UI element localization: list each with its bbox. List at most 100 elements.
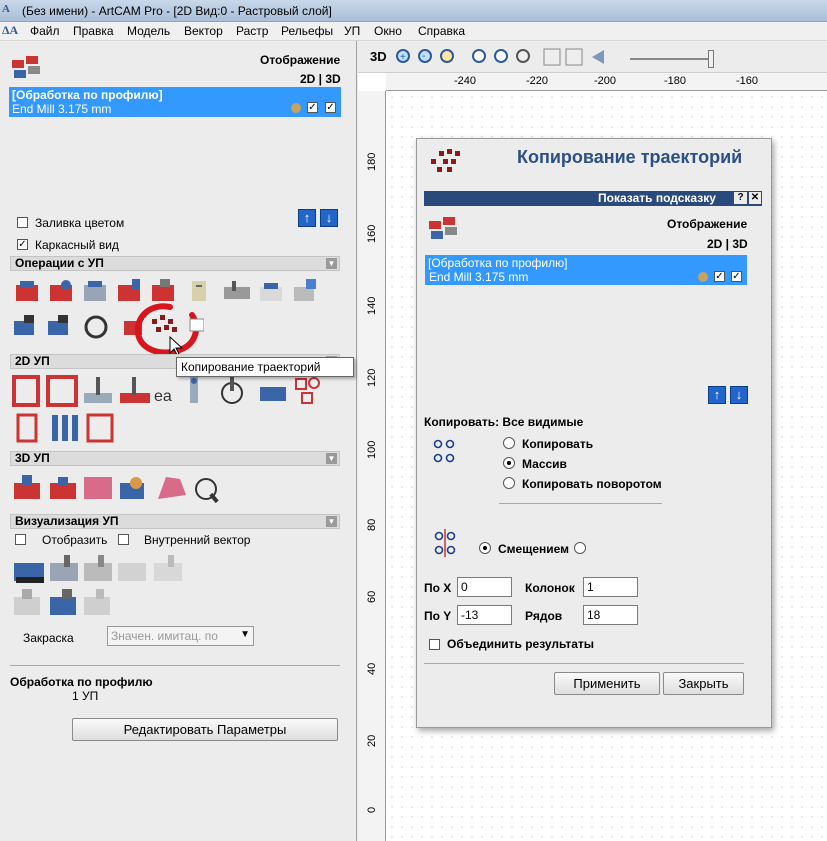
radio-array[interactable] xyxy=(503,457,515,469)
rows-label: Рядов xyxy=(525,609,563,623)
radio-copy[interactable] xyxy=(503,437,515,449)
menu-vector[interactable]: Вектор xyxy=(184,24,223,38)
close-button[interactable]: Закрыть xyxy=(663,672,744,695)
collapse-arrow-icon[interactable]: ▼ xyxy=(326,453,337,464)
help-icon[interactable]: ? xyxy=(734,192,747,204)
ruler-y-label: 180 xyxy=(366,152,378,171)
menu-window[interactable]: Окно xyxy=(374,24,402,38)
toolpath-visible-2d-checkbox[interactable]: ✓ xyxy=(714,271,725,282)
svg-text:ea: ea xyxy=(154,388,172,405)
pan-icon xyxy=(516,49,530,63)
2d-toolpaths-toolbar: ea xyxy=(12,375,320,443)
ruler-x-label: -240 xyxy=(454,75,477,87)
wireframe-checkbox[interactable]: ✓ xyxy=(17,239,28,250)
dialog-move-up-button[interactable]: ↑ xyxy=(708,386,726,404)
x-offset-label: По X xyxy=(424,581,452,595)
ruler-y-label: 0 xyxy=(366,806,378,813)
ruler-y-label: 80 xyxy=(366,518,378,531)
slider-track xyxy=(630,58,710,60)
zoom-window-icon xyxy=(472,49,486,63)
summary-title: Обработка по профилю xyxy=(10,675,153,689)
inner-vector-checkbox[interactable] xyxy=(118,534,129,545)
title-bar: A (Без имени) - ArtCAM Pro - [2D Вид:0 -… xyxy=(0,0,827,22)
toolpath-color-dot[interactable] xyxy=(698,272,708,282)
rows-input[interactable] xyxy=(583,605,638,625)
collapse-arrow-icon[interactable]: ▼ xyxy=(326,258,337,269)
wireframe-label: Каркасный вид xyxy=(35,238,119,252)
toolpath-tool: End Mill 3.175 mm xyxy=(429,270,529,284)
apply-button[interactable]: Применить xyxy=(554,672,660,695)
window-title: (Без имени) - ArtCAM Pro - [2D Вид:0 - Р… xyxy=(22,4,332,18)
close-icon[interactable]: ✕ xyxy=(749,192,761,204)
toolpath-list-item[interactable]: [Обработка по профилю] End Mill 3.175 mm… xyxy=(9,87,341,117)
x-offset-input[interactable] xyxy=(457,577,512,597)
collapse-arrow-icon[interactable]: ▼ xyxy=(326,516,337,527)
view-3d-button[interactable]: 3D xyxy=(370,49,387,64)
merge-results-checkbox[interactable] xyxy=(429,639,440,650)
shading-select[interactable]: Значен. имитац. по ▼ xyxy=(107,626,254,646)
y-offset-label: По Y xyxy=(424,609,452,623)
layer-icon xyxy=(543,48,561,66)
ruler-y-label: 40 xyxy=(366,662,378,675)
hint-label[interactable]: Показать подсказку xyxy=(598,191,716,205)
section-toolpath-ops[interactable]: Операции с УП ▼ xyxy=(10,256,340,271)
radio-array-label: Массив xyxy=(522,457,567,471)
toolpath-list-icon xyxy=(429,217,457,239)
viz-toolbar xyxy=(14,555,182,615)
ruler-y-label: 140 xyxy=(366,296,378,315)
dialog-move-down-button[interactable]: ↓ xyxy=(730,386,748,404)
ruler-x-label: -180 xyxy=(664,75,687,87)
menu-file[interactable]: Файл xyxy=(30,24,60,38)
section-3d-toolpaths[interactable]: 3D УП ▼ xyxy=(10,451,340,466)
edit-parameters-button[interactable]: Редактировать Параметры xyxy=(72,718,338,741)
radio-copy-rotate[interactable] xyxy=(503,477,515,489)
dialog-view-mode-toggle[interactable]: 2D | 3D xyxy=(707,237,748,251)
ruler-y-label: 160 xyxy=(366,224,378,243)
show-checkbox[interactable] xyxy=(15,534,26,545)
toolpath-visible-3d-checkbox[interactable]: ✓ xyxy=(325,102,336,113)
section-title: Операции с УП xyxy=(15,256,104,270)
ruler-x-label: -220 xyxy=(526,75,549,87)
move-up-button[interactable]: ↑ xyxy=(298,209,316,227)
ruler-x-label: -160 xyxy=(736,75,759,87)
ruler-y-label: 60 xyxy=(366,590,378,603)
columns-input[interactable] xyxy=(583,577,638,597)
ops-row2-icons: + xyxy=(14,310,147,339)
toolpath-visible-2d-checkbox[interactable]: ✓ xyxy=(307,102,318,113)
dialog-toolpath-item[interactable]: [Обработка по профилю] End Mill 3.175 mm… xyxy=(425,255,747,285)
slider-handle[interactable] xyxy=(708,50,714,68)
zoom-tools: + - xyxy=(396,48,604,66)
ruler-vertical: 180 160 140 120 100 80 60 40 20 0 xyxy=(358,91,386,841)
section-toolpath-viz[interactable]: Визуализация УП ▼ xyxy=(10,514,340,529)
view-mode-toggle[interactable]: 2D | 3D xyxy=(300,72,341,86)
menu-model[interactable]: Модель xyxy=(127,24,170,38)
tooltip: Копирование траекторий xyxy=(176,357,354,377)
toolpath-visible-3d-checkbox[interactable]: ✓ xyxy=(731,271,742,282)
toolpaths-panel: Отображение 2D | 3D [Обработка по профил… xyxy=(0,41,357,841)
menu-bar: ΔA Файл Правка Модель Вектор Растр Релье… xyxy=(0,22,827,41)
menu-edit[interactable]: Правка xyxy=(73,24,114,38)
zoom-previous-icon xyxy=(494,49,508,63)
layer-swap-icon xyxy=(565,48,583,66)
radio-alternate[interactable] xyxy=(574,542,586,554)
menu-help[interactable]: Справка xyxy=(418,24,465,38)
section-title: Визуализация УП xyxy=(15,514,119,528)
fill-color-checkbox[interactable] xyxy=(17,217,28,228)
hint-bar: Показать подсказку ? ✕ xyxy=(424,191,762,206)
inner-vector-label: Внутренний вектор xyxy=(144,533,251,547)
menu-reliefs[interactable]: Рельефы xyxy=(281,24,333,38)
radio-offset[interactable] xyxy=(479,542,491,554)
y-offset-input[interactable] xyxy=(457,605,512,625)
shading-label: Закраска xyxy=(23,631,74,645)
menu-raster[interactable]: Растр xyxy=(236,24,268,38)
toolpath-list-icon xyxy=(12,56,40,78)
ruler-x-label: -200 xyxy=(594,75,617,87)
copy-toolpaths-dialog: Копирование траекторий Показать подсказк… xyxy=(416,138,772,728)
app-menu-icon[interactable]: ΔA xyxy=(2,23,18,38)
radio-copy-rotate-label: Копировать поворотом xyxy=(522,477,662,491)
move-down-button[interactable]: ↓ xyxy=(320,209,338,227)
toolpath-color-dot[interactable] xyxy=(291,103,301,113)
menu-toolpaths[interactable]: УП xyxy=(344,24,360,38)
copy-toolpaths-tool-icon[interactable] xyxy=(130,297,204,361)
display-label: Отображение xyxy=(260,53,341,67)
